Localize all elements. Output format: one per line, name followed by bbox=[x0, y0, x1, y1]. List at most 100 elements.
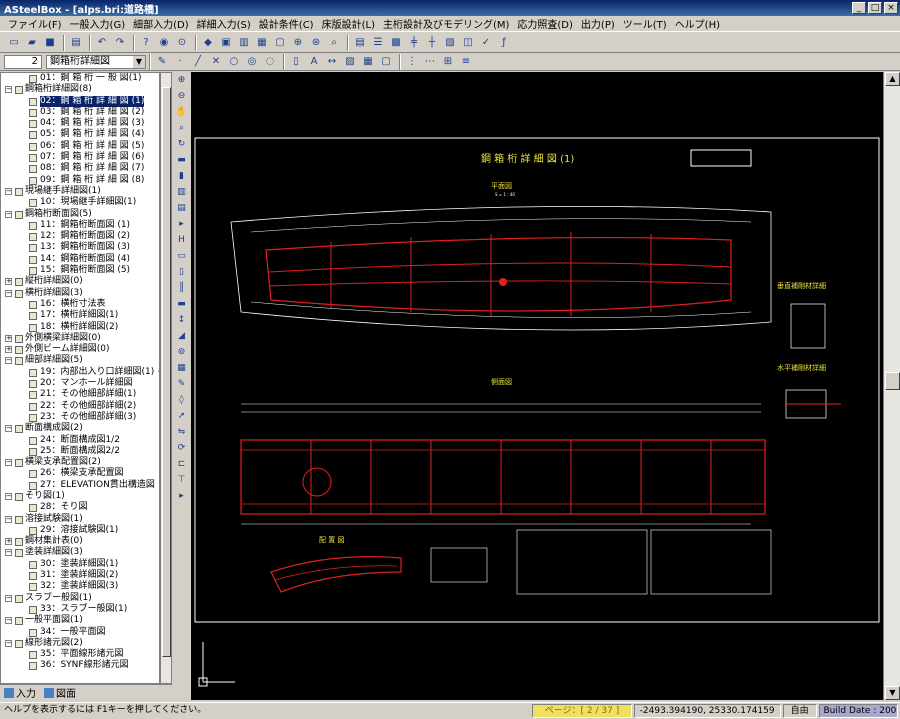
elevation-icon[interactable]: ⊤ bbox=[174, 472, 189, 487]
undo-icon[interactable]: ↶ bbox=[94, 35, 110, 51]
tree-item[interactable]: 30：塗装詳細図(1) bbox=[1, 559, 159, 570]
pan-icon[interactable]: ✋ bbox=[174, 104, 189, 119]
section-tool-icon[interactable]: ▯ bbox=[174, 264, 189, 279]
tree-item[interactable]: 20：マンホール詳細図 bbox=[1, 378, 159, 389]
tree-toggle-icon[interactable]: − bbox=[5, 492, 12, 500]
hatch-icon[interactable]: ▨ bbox=[342, 54, 358, 70]
chevron-down-icon[interactable]: ▼ bbox=[133, 55, 145, 68]
bolt-icon[interactable]: ⊚ bbox=[174, 344, 189, 359]
tree-item[interactable]: 27：ELEVATION貫出構造図 bbox=[1, 480, 159, 491]
menu-design-conditions[interactable]: 設計条件(C) bbox=[255, 16, 318, 31]
tree-toggle-icon[interactable]: − bbox=[5, 210, 12, 218]
maximize-button[interactable]: □ bbox=[868, 2, 882, 14]
zoom-in-icon[interactable]: ⊕ bbox=[174, 72, 189, 87]
tree-item[interactable]: 19：内部出入り口詳細図(1) ~ bbox=[1, 367, 159, 378]
function-icon[interactable]: ƒ bbox=[496, 35, 512, 51]
weld-icon[interactable]: ◢ bbox=[174, 328, 189, 343]
zoom-page-icon[interactable]: ⊙ bbox=[174, 35, 190, 51]
scroll-down-icon[interactable]: ▼ bbox=[885, 686, 900, 700]
tree-item[interactable]: 18：横桁詳細図(2) bbox=[1, 322, 159, 333]
chart-icon[interactable]: ▩ bbox=[388, 35, 404, 51]
tree-item[interactable]: 01：鋼 箱 桁 一 般 図(1) bbox=[1, 73, 159, 84]
plate-icon[interactable]: ▬ bbox=[174, 296, 189, 311]
tree-folder[interactable]: − 細部詳細図(5) bbox=[1, 355, 159, 366]
tree-toggle-icon[interactable]: − bbox=[5, 594, 12, 602]
snap-icon[interactable]: ⋯ bbox=[422, 54, 438, 70]
close-button[interactable]: × bbox=[884, 2, 898, 14]
tree-item[interactable]: 07：鋼 箱 桁 詳 細 図 (6) bbox=[1, 152, 159, 163]
tree-item[interactable]: 33：スラブー般図(1) bbox=[1, 604, 159, 615]
tree-toggle-icon[interactable]: + bbox=[5, 278, 12, 286]
tab-input[interactable]: 入力 bbox=[4, 685, 36, 700]
tree-folder[interactable]: − そり図(1) bbox=[1, 491, 159, 502]
tree-item[interactable]: 02：鋼 箱 桁 詳 細 図 (1) bbox=[1, 95, 159, 107]
layer-icon[interactable]: ▥ bbox=[236, 35, 252, 51]
tree-item[interactable]: 25：断面構成図2/2 bbox=[1, 446, 159, 457]
zoom-in-icon[interactable]: ⊕ bbox=[290, 35, 306, 51]
tree-toggle-icon[interactable]: − bbox=[5, 459, 12, 467]
print-icon[interactable]: ▤ bbox=[68, 35, 84, 51]
note-icon[interactable]: ✎ bbox=[174, 376, 189, 391]
tab-drawing[interactable]: 図面 bbox=[44, 685, 76, 700]
symbol-icon[interactable]: ◊ bbox=[174, 392, 189, 407]
drawing-select[interactable]: 鋼箱桁詳細図 ▼ bbox=[46, 54, 146, 69]
tree-item[interactable]: 35：平面線形諸元図 bbox=[1, 649, 159, 660]
tree-folder[interactable]: − 横桁詳細図(3) bbox=[1, 288, 159, 299]
save-icon[interactable]: ■ bbox=[42, 35, 58, 51]
table-icon[interactable]: ▤ bbox=[352, 35, 368, 51]
grid-icon[interactable]: ▦ bbox=[254, 35, 270, 51]
tree-item[interactable]: 16：横桁寸法表 bbox=[1, 299, 159, 310]
tree-folder[interactable]: − 塗装詳細図(3) bbox=[1, 547, 159, 558]
tree-item[interactable]: 06：鋼 箱 桁 詳 細 図 (5) bbox=[1, 141, 159, 152]
minimize-button[interactable]: _ bbox=[852, 2, 866, 14]
redo-icon[interactable]: ↷ bbox=[112, 35, 128, 51]
bracket-icon[interactable]: ⊏ bbox=[174, 456, 189, 471]
tree-folder[interactable]: + 鋼材集計表(0) bbox=[1, 536, 159, 547]
circle-icon[interactable]: ○ bbox=[226, 54, 242, 70]
tree-item[interactable]: 21：その他細部詳細(1) bbox=[1, 389, 159, 400]
tree-toggle-icon[interactable]: − bbox=[5, 549, 12, 557]
frame-icon[interactable]: ▧ bbox=[442, 35, 458, 51]
ortho-icon[interactable]: ⊞ bbox=[440, 54, 456, 70]
h-beam-icon[interactable]: H bbox=[174, 232, 189, 247]
tree-toggle-icon[interactable]: + bbox=[5, 538, 12, 546]
tree-toggle-icon[interactable]: + bbox=[5, 346, 12, 354]
redraw-icon[interactable]: ↻ bbox=[174, 136, 189, 151]
tree-toggle-icon[interactable]: − bbox=[5, 425, 12, 433]
tree-item[interactable]: 26：横梁支承配置図 bbox=[1, 468, 159, 479]
tree-toggle-icon[interactable]: − bbox=[5, 357, 12, 365]
snap-grid-icon[interactable]: ⋮ bbox=[404, 54, 420, 70]
tree-folder[interactable]: − 線形諸元図(2) bbox=[1, 638, 159, 649]
tree-item[interactable]: 04：鋼 箱 桁 詳 細 図 (3) bbox=[1, 118, 159, 129]
tree-scrollbar[interactable] bbox=[160, 72, 172, 684]
layer-list-icon[interactable]: ≡ bbox=[458, 54, 474, 70]
tree-item[interactable]: 14：鋼箱桁断面図 (4) bbox=[1, 254, 159, 265]
rotate-icon[interactable]: ⟳ bbox=[174, 440, 189, 455]
menu-slab-design[interactable]: 床版設計(L) bbox=[318, 16, 379, 31]
tree-folder[interactable]: − 鋼箱桁断面図(5) bbox=[1, 209, 159, 220]
tree-item[interactable]: 29：溶接試験図(1) bbox=[1, 525, 159, 536]
tree-item[interactable]: 15：鋼箱桁断面図 (5) bbox=[1, 265, 159, 276]
tree-toggle-icon[interactable]: − bbox=[5, 639, 12, 647]
tree-item[interactable]: 23：その他細部詳細(3) bbox=[1, 412, 159, 423]
tree-item[interactable]: 11：鋼箱桁断面図 (1) bbox=[1, 220, 159, 231]
tree-item[interactable]: 08：鋼 箱 桁 詳 細 図 (7) bbox=[1, 163, 159, 174]
menu-detail-part-input[interactable]: 細部入力(D) bbox=[129, 16, 193, 31]
tree-item[interactable]: 34：一般平面図 bbox=[1, 627, 159, 638]
zoom-prev-icon[interactable]: ⌕ bbox=[174, 120, 189, 135]
tree-folder[interactable]: − 鋼箱桁詳細図(8) bbox=[1, 84, 159, 95]
tree-scroll-thumb[interactable] bbox=[162, 87, 171, 657]
menu-file[interactable]: ファイル(F) bbox=[4, 16, 66, 31]
tree-item[interactable]: 12：鋼箱桁断面図 (2) bbox=[1, 231, 159, 242]
tree-folder[interactable]: − 断面構成図(2) bbox=[1, 423, 159, 434]
window-icon[interactable]: ▢ bbox=[272, 35, 288, 51]
erase-icon[interactable]: ◆ bbox=[200, 35, 216, 51]
tree-folder[interactable]: − 横梁支承配置図(2) bbox=[1, 457, 159, 468]
block-icon[interactable]: ▦ bbox=[360, 54, 376, 70]
tree-toggle-icon[interactable]: + bbox=[5, 334, 12, 342]
tree-folder[interactable]: − 現場継手詳細図(1) bbox=[1, 186, 159, 197]
tree-toggle-icon[interactable]: − bbox=[5, 617, 12, 625]
circle-center-icon[interactable]: ◎ bbox=[244, 54, 260, 70]
preview-icon[interactable]: ◉ bbox=[156, 35, 172, 51]
zoom-out-icon[interactable]: ⊖ bbox=[174, 88, 189, 103]
